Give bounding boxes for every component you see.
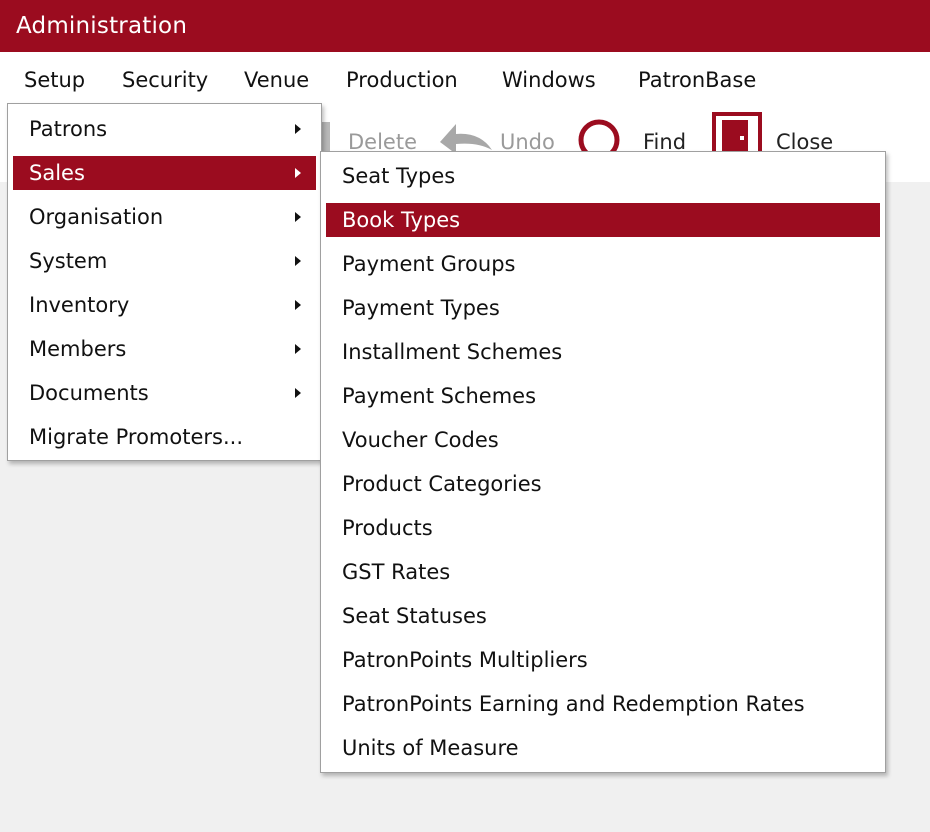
sales-submenu: Seat Types Book Types Payment Groups Pay… (320, 151, 886, 773)
menu-item-sales[interactable]: Sales (13, 156, 316, 190)
submenu-item-products[interactable]: Products (326, 511, 880, 545)
menu-item-label: Members (29, 337, 127, 361)
menu-item-label: Payment Schemes (342, 384, 537, 408)
menu-venue[interactable]: Venue (244, 67, 309, 93)
submenu-item-voucher-codes[interactable]: Voucher Codes (326, 423, 880, 457)
submenu-item-book-types[interactable]: Book Types (326, 203, 880, 237)
menu-item-label: Payment Groups (342, 252, 516, 276)
menu-item-label: Installment Schemes (342, 340, 563, 364)
menu-production[interactable]: Production (346, 67, 458, 93)
menu-item-label: Payment Types (342, 296, 500, 320)
menu-item-migrate-promoters[interactable]: Migrate Promoters... (13, 420, 316, 454)
menu-windows[interactable]: Windows (502, 67, 596, 93)
menu-security[interactable]: Security (122, 67, 208, 93)
menu-item-label: Voucher Codes (342, 428, 499, 452)
menu-item-label: Seat Types (342, 164, 456, 188)
menu-item-label: Product Categories (342, 472, 542, 496)
menu-patronbase[interactable]: PatronBase (638, 67, 756, 93)
setup-menu: Patrons Sales Organisation System Invent… (7, 103, 322, 461)
submenu-item-units-of-measure[interactable]: Units of Measure (326, 731, 880, 765)
menu-item-label: Seat Statuses (342, 604, 487, 628)
menu-item-label: Inventory (29, 293, 130, 317)
submenu-item-payment-schemes[interactable]: Payment Schemes (326, 379, 880, 413)
menu-item-label: Documents (29, 381, 149, 405)
submenu-item-seat-types[interactable]: Seat Types (326, 159, 880, 193)
menu-item-label: PatronPoints Multipliers (342, 648, 588, 672)
submenu-item-installment-schemes[interactable]: Installment Schemes (326, 335, 880, 369)
undo-icon (440, 124, 492, 154)
menu-item-documents[interactable]: Documents (13, 376, 316, 410)
menu-item-label: Sales (29, 161, 85, 185)
menu-item-system[interactable]: System (13, 244, 316, 278)
submenu-arrow-icon (295, 212, 301, 222)
menu-item-patrons[interactable]: Patrons (13, 112, 316, 146)
menu-setup[interactable]: Setup (24, 67, 85, 93)
submenu-item-payment-groups[interactable]: Payment Groups (326, 247, 880, 281)
menu-item-label: Units of Measure (342, 736, 519, 760)
menu-item-label: Products (342, 516, 433, 540)
menu-item-inventory[interactable]: Inventory (13, 288, 316, 322)
submenu-item-product-categories[interactable]: Product Categories (326, 467, 880, 501)
submenu-arrow-icon (295, 300, 301, 310)
submenu-item-payment-types[interactable]: Payment Types (326, 291, 880, 325)
close-door-icon (712, 112, 762, 154)
menu-item-organisation[interactable]: Organisation (13, 200, 316, 234)
find-icon (578, 119, 620, 154)
submenu-item-patronpoints-earning-redemption-rates[interactable]: PatronPoints Earning and Redemption Rate… (326, 687, 880, 721)
menu-item-label: PatronPoints Earning and Redemption Rate… (342, 692, 805, 716)
submenu-item-patronpoints-multipliers[interactable]: PatronPoints Multipliers (326, 643, 880, 677)
menu-bar: Setup Security Venue Production Windows … (0, 52, 930, 106)
submenu-arrow-icon (295, 256, 301, 266)
menu-item-label: Organisation (29, 205, 164, 229)
submenu-item-seat-statuses[interactable]: Seat Statuses (326, 599, 880, 633)
menu-item-label: Book Types (342, 208, 461, 232)
submenu-arrow-icon (295, 344, 301, 354)
submenu-arrow-icon (295, 388, 301, 398)
menu-item-label: GST Rates (342, 560, 451, 584)
menu-item-label: System (29, 249, 108, 273)
submenu-item-gst-rates[interactable]: GST Rates (326, 555, 880, 589)
menu-item-members[interactable]: Members (13, 332, 316, 366)
submenu-arrow-icon (295, 168, 301, 178)
submenu-arrow-icon (295, 124, 301, 134)
window-title: Administration (0, 0, 930, 52)
menu-item-label: Migrate Promoters... (29, 425, 243, 449)
menu-item-label: Patrons (29, 117, 108, 141)
